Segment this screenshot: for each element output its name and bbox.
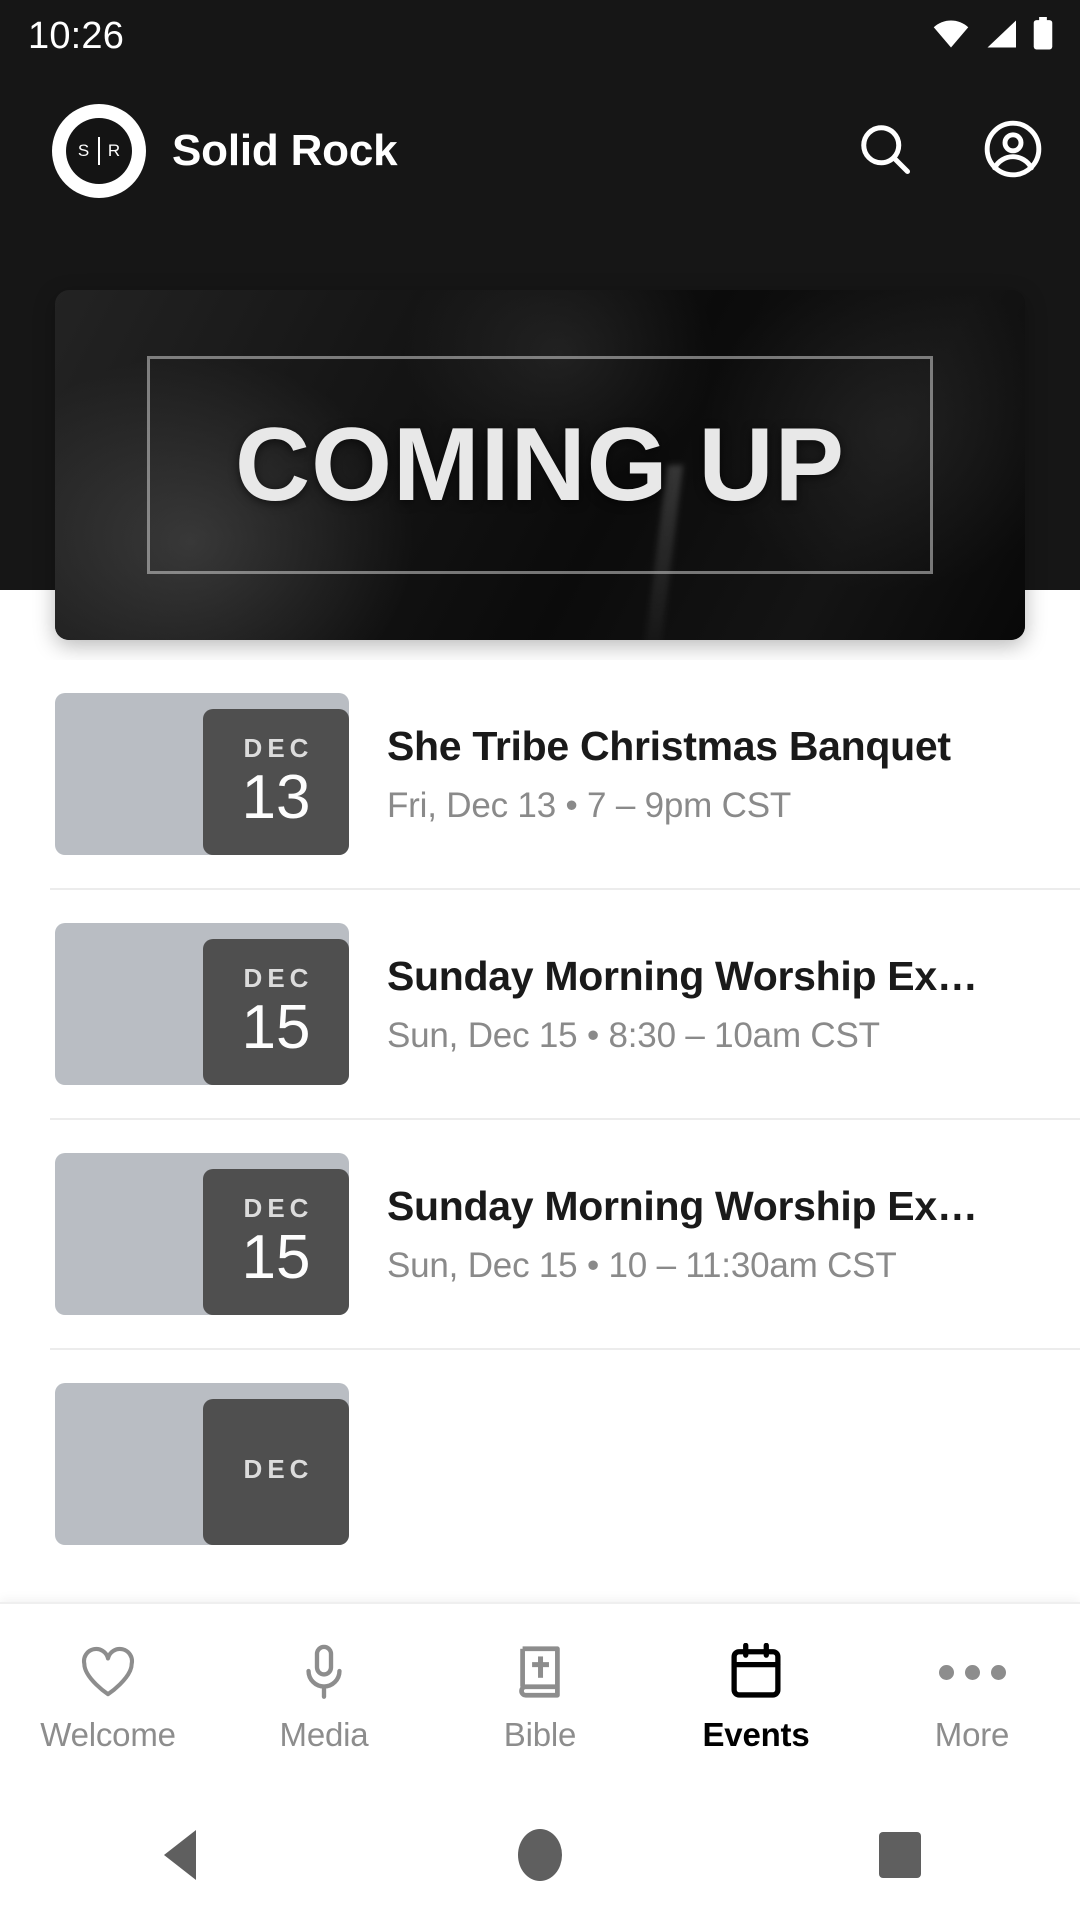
status-badge: DEC xyxy=(203,1399,349,1545)
event-datetime: Sun, Dec 15 • 8:30 – 10am CST xyxy=(387,1015,880,1055)
wifi-icon xyxy=(932,19,970,54)
event-day: 15 xyxy=(241,1223,311,1292)
event-thumbnail: DEC 13 xyxy=(55,693,349,855)
status-badge: DEC 15 xyxy=(203,939,349,1085)
app-screen: 10:26 S R Solid Rock COMING UP DEC 13 Sh… xyxy=(0,0,1080,1920)
event-title: She Tribe Christmas Banquet xyxy=(387,723,951,770)
logo-divider-bar xyxy=(98,137,100,165)
account-icon xyxy=(982,118,1044,185)
status-badge: DEC 15 xyxy=(203,1169,349,1315)
microphone-icon xyxy=(298,1640,350,1704)
status-bar: 10:26 xyxy=(0,0,1080,72)
event-info xyxy=(387,1456,1028,1472)
app-bar-actions xyxy=(852,118,1046,184)
event-title: Sunday Morning Worship Ex… xyxy=(387,1183,978,1230)
hero-headline: COMING UP xyxy=(235,406,845,523)
status-clock: 10:26 xyxy=(28,15,125,57)
cellular-signal-icon xyxy=(984,19,1018,54)
event-month: DEC xyxy=(243,733,314,763)
app-bar: S R Solid Rock xyxy=(0,96,1080,206)
tab-media[interactable]: Media xyxy=(216,1640,432,1754)
brand-block[interactable]: S R Solid Rock xyxy=(52,104,852,198)
table-row[interactable]: DEC 15 Sunday Morning Worship Ex… Sun, D… xyxy=(0,1120,1080,1348)
event-thumbnail: DEC xyxy=(55,1383,349,1545)
system-recents-button[interactable] xyxy=(840,1790,960,1920)
search-icon xyxy=(855,119,915,184)
table-row[interactable]: DEC 15 Sunday Morning Worship Ex… Sun, D… xyxy=(0,890,1080,1118)
search-button[interactable] xyxy=(852,118,918,184)
hero-banner[interactable]: COMING UP xyxy=(55,290,1025,640)
page-title: Solid Rock xyxy=(172,126,398,175)
event-title: Sunday Morning Worship Ex… xyxy=(387,953,978,1000)
event-thumbnail: DEC 15 xyxy=(55,1153,349,1315)
table-row[interactable]: DEC xyxy=(0,1350,1080,1578)
book-cross-icon xyxy=(513,1640,567,1704)
tab-bible-label: Bible xyxy=(503,1716,577,1753)
recents-square-icon xyxy=(879,1832,921,1878)
back-triangle-icon xyxy=(164,1830,196,1880)
event-list[interactable]: DEC 13 She Tribe Christmas Banquet Fri, … xyxy=(0,660,1080,1620)
system-navigation-bar xyxy=(0,1790,1080,1920)
home-circle-icon xyxy=(518,1829,562,1881)
event-month: DEC xyxy=(243,1454,314,1484)
system-back-button[interactable] xyxy=(120,1790,240,1920)
calendar-icon xyxy=(728,1640,784,1704)
system-home-button[interactable] xyxy=(480,1790,600,1920)
ellipsis-icon xyxy=(938,1640,1006,1704)
tab-welcome[interactable]: Welcome xyxy=(0,1640,216,1754)
app-logo: S R xyxy=(52,104,146,198)
event-month: DEC xyxy=(243,1193,314,1223)
tab-welcome-label: Welcome xyxy=(40,1716,176,1753)
tab-events-label: Events xyxy=(702,1716,810,1753)
event-month: DEC xyxy=(243,963,314,993)
event-info: Sunday Morning Worship Ex… Sun, Dec 15 •… xyxy=(387,1181,1028,1287)
event-thumbnail: DEC 15 xyxy=(55,923,349,1085)
bottom-navigation: Welcome Media Bible Events More xyxy=(0,1602,1080,1790)
heart-icon xyxy=(79,1640,137,1704)
battery-icon xyxy=(1032,16,1054,56)
event-info: Sunday Morning Worship Ex… Sun, Dec 15 •… xyxy=(387,951,1028,1057)
event-day: 15 xyxy=(241,993,311,1062)
status-icons xyxy=(932,16,1054,56)
event-info: She Tribe Christmas Banquet Fri, Dec 13 … xyxy=(387,721,1028,827)
status-badge: DEC 13 xyxy=(203,709,349,855)
tab-more[interactable]: More xyxy=(864,1640,1080,1754)
tab-bible[interactable]: Bible xyxy=(432,1640,648,1754)
event-datetime: Fri, Dec 13 • 7 – 9pm CST xyxy=(387,785,792,825)
event-datetime: Sun, Dec 15 • 10 – 11:30am CST xyxy=(387,1245,897,1285)
table-row[interactable]: DEC 13 She Tribe Christmas Banquet Fri, … xyxy=(0,660,1080,888)
tab-more-label: More xyxy=(934,1716,1010,1753)
tab-events[interactable]: Events xyxy=(648,1640,864,1754)
event-day: 13 xyxy=(241,763,311,832)
logo-inner-circle: S R xyxy=(66,118,132,184)
tab-media-label: Media xyxy=(279,1716,369,1753)
account-button[interactable] xyxy=(980,118,1046,184)
